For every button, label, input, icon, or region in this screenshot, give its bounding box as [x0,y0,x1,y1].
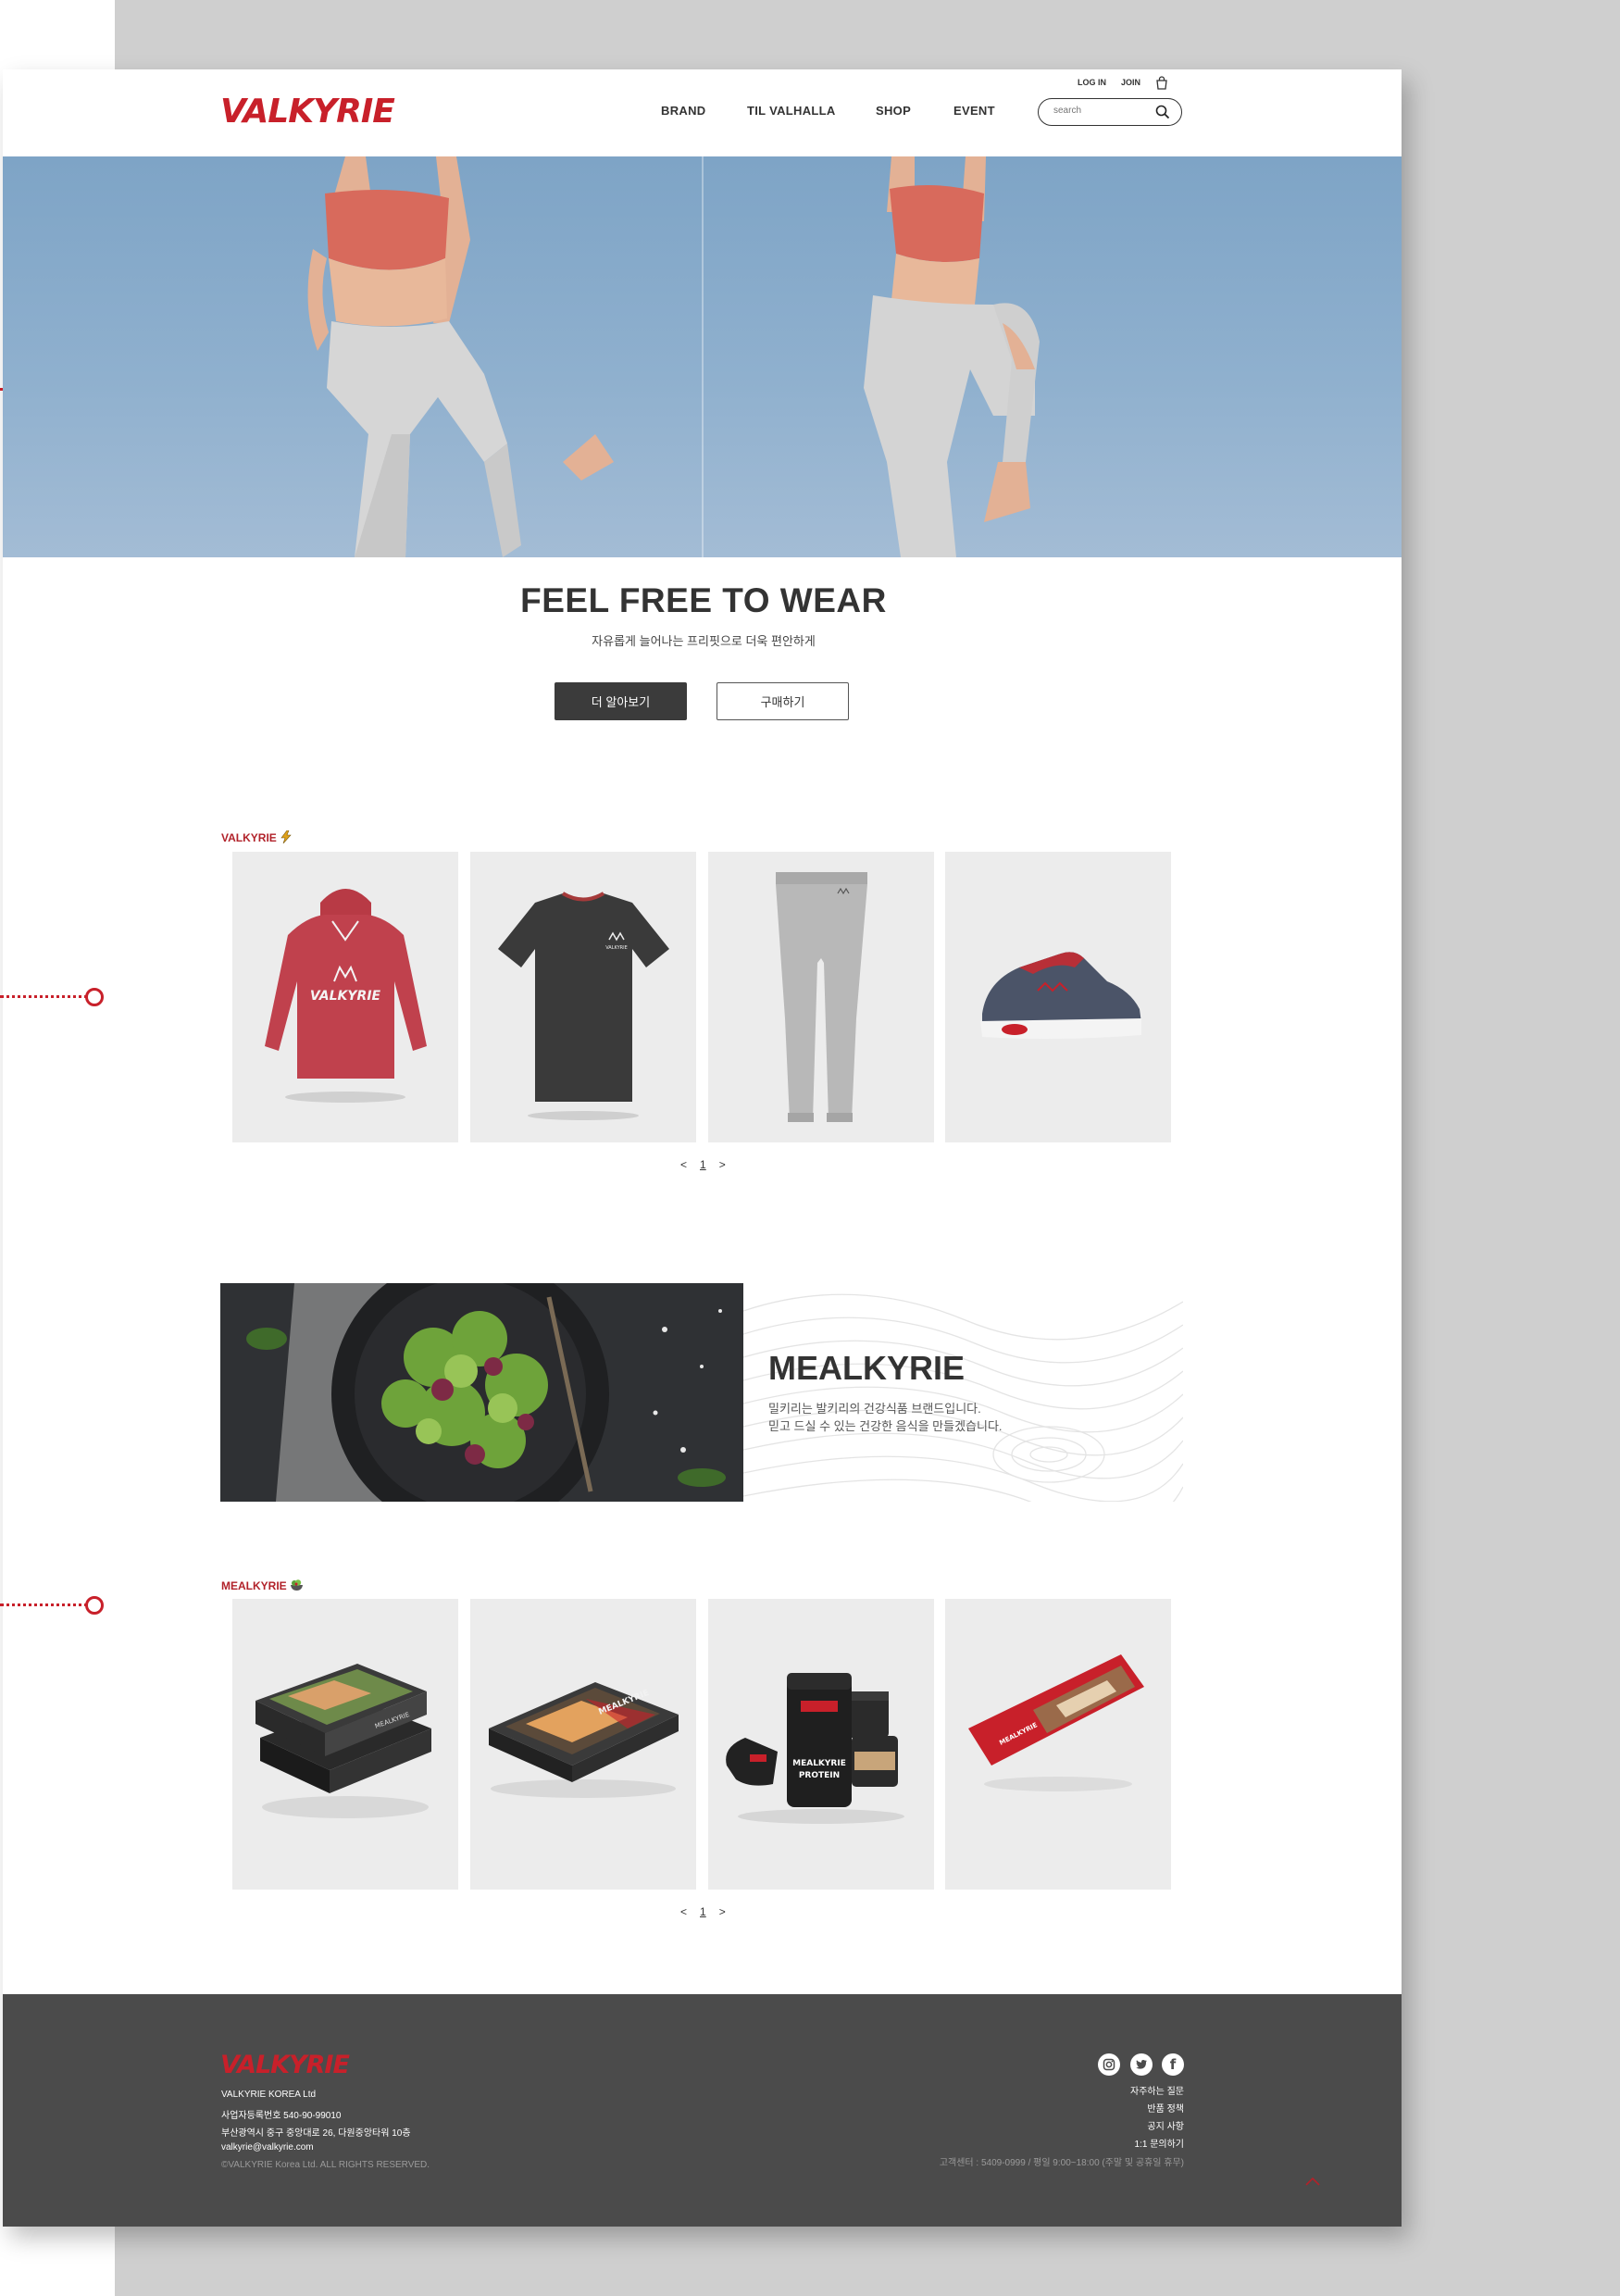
search-input[interactable] [1052,105,1148,117]
nav-shop[interactable]: SHOP [876,104,911,118]
mealkyrie-banner[interactable] [220,1283,1183,1502]
header-logo[interactable]: VALKYRIE [220,93,395,131]
footer-cs-info: 고객센터 : 5409-0999 / 평일 9:00~18:00 (주말 및 공… [939,2158,1184,2168]
footer [3,1994,1402,2227]
login-link[interactable]: LOG IN [1078,78,1106,87]
pager-prev[interactable]: < [680,1905,687,1918]
nav-brand[interactable]: BRAND [661,104,705,118]
product-card-protein[interactable]: MEALKYRIE PROTEIN [708,1599,934,1890]
product-card-meal-single[interactable]: MEALKYRIE [470,1599,696,1890]
energy-bar-image: MEALKYRIE [968,1654,1144,1791]
footer-biz-no: 사업자등록번호 540-90-99010 [221,2111,342,2121]
footer-link-inquiry[interactable]: 1:1 문의하기 [1135,2136,1184,2150]
svg-text:MEALKYRIE: MEALKYRIE [792,1759,846,1768]
pager-prev[interactable]: < [680,1158,687,1171]
footer-link-return[interactable]: 반품 정책 [1147,2101,1184,2115]
valkyrie-label-text: VALKYRIE [221,831,277,844]
mealkyrie-desc-line1: 밀키리는 발키리의 건강식품 브랜드입니다. [768,1402,981,1416]
nav-til-valhalla[interactable]: TIL VALHALLA [747,104,836,118]
footer-company: VALKYRIE KOREA Ltd [221,2090,317,2100]
product-card-meal-stack[interactable]: MEALKYRIE [232,1599,458,1890]
svg-text:PROTEIN: PROTEIN [799,1771,840,1780]
hero-subtitle: 자유롭게 늘어나는 프리핏으로 더욱 편안하게 [592,634,816,648]
footer-copyright: ©VALKYRIE Korea Ltd. ALL RIGHTS RESERVED… [221,2160,430,2170]
mealkyrie-label-text: MEALKYRIE [221,1579,287,1592]
valkyrie-pagination: <1 > [674,1158,732,1171]
salad-illustration [220,1283,743,1502]
annotation-dotted-line [0,995,94,1002]
search-box[interactable] [1038,98,1182,126]
scroll-top-icon[interactable] [1303,2176,1322,2189]
pager-next[interactable]: > [719,1905,726,1918]
pager-page[interactable]: 1 [700,1905,706,1918]
pager-page[interactable]: 1 [700,1158,706,1171]
cart-icon[interactable] [1155,76,1168,90]
instagram-icon[interactable] [1098,2053,1120,2076]
annotation-ring [85,1596,104,1615]
nav-event[interactable]: EVENT [953,104,995,118]
meal-box-stack-image: MEALKYRIE [255,1664,431,1818]
footer-email[interactable]: valkyrie@valkyrie.com [221,2142,314,2152]
red-hoodie-image: VALKYRIE [265,889,427,1103]
buy-button[interactable]: 구매하기 [717,682,849,720]
navy-sneaker-image [980,952,1141,1040]
svg-text:VALKYRIE: VALKYRIE [310,989,381,1004]
annotation-dotted-line [0,1603,94,1610]
product-card-sneaker[interactable] [945,852,1171,1142]
learn-more-button[interactable]: 더 알아보기 [555,682,687,720]
mealkyrie-desc-line2: 믿고 드실 수 있는 건강한 음식을 만들겠습니다. [768,1419,1003,1433]
product-card-tshirt[interactable]: VALKYRIE [470,852,696,1142]
footer-link-faq[interactable]: 자주하는 질문 [1130,2083,1184,2097]
black-tshirt-image: VALKYRIE [498,892,669,1120]
mealkyrie-banner-desc: 밀키리는 발키리의 건강식품 브랜드입니다. 믿고 드실 수 있는 건강한 음식… [768,1400,1003,1435]
protein-jars-image: MEALKYRIE PROTEIN [726,1673,904,1824]
search-icon[interactable] [1155,105,1170,119]
hero-title: FEEL FREE TO WEAR [520,581,887,619]
salad-photo [220,1283,743,1502]
mealkyrie-pagination: <1 > [674,1905,732,1918]
hero-image [3,156,1402,557]
product-card-hoodie[interactable]: VALKYRIE [232,852,458,1142]
valkyrie-section-label: VALKYRIE [221,830,293,844]
mealkyrie-section-label: MEALKYRIE [221,1578,304,1592]
facebook-icon[interactable]: f [1162,2053,1184,2076]
hero-divider [702,156,704,557]
footer-link-notice[interactable]: 공지 사항 [1147,2118,1184,2132]
salad-bowl-icon [291,1579,304,1591]
mealkyrie-banner-title: MEALKYRIE [768,1349,966,1387]
svg-text:VALKYRIE: VALKYRIE [605,945,628,951]
pager-next[interactable]: > [719,1158,726,1171]
annotation-ring [85,988,104,1006]
lightning-icon [280,830,292,844]
join-link[interactable]: JOIN [1121,78,1140,87]
twitter-icon[interactable] [1130,2053,1153,2076]
topographic-pattern [743,1293,1183,1502]
footer-logo[interactable]: VALKYRIE [220,2051,350,2079]
product-card-joggers[interactable] [708,852,934,1142]
footer-address: 부산광역시 중구 중앙대로 26, 다원중앙타워 10층 [221,2128,411,2139]
meal-box-single-image: MEALKYRIE [489,1682,679,1798]
product-card-energy-bar[interactable]: MEALKYRIE [945,1599,1171,1890]
gray-joggers-image [776,872,867,1122]
